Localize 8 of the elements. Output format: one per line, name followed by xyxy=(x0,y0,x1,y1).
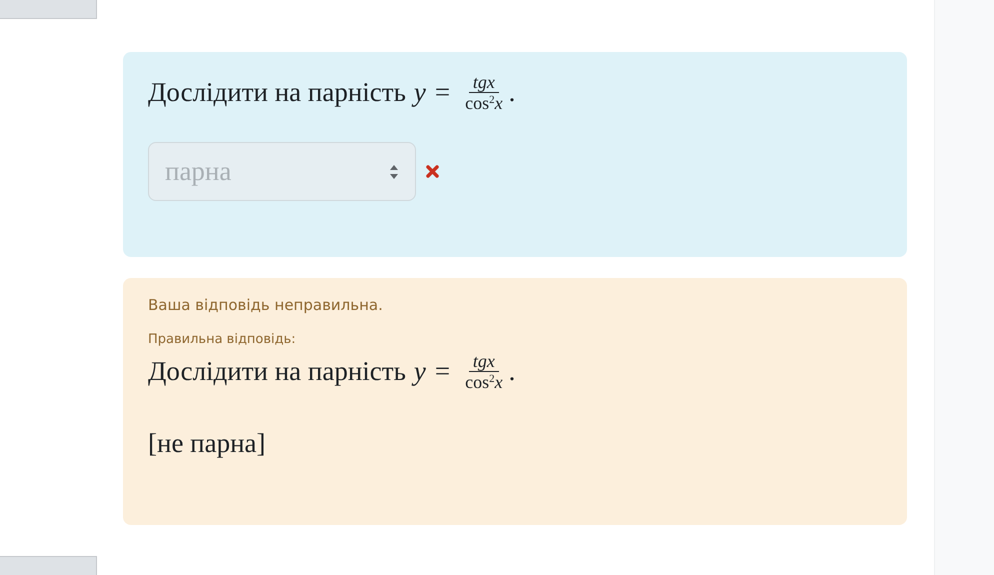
nav-button[interactable] xyxy=(0,0,97,19)
dropdown-arrows-icon xyxy=(389,164,399,180)
question-text: Дослідити на парність xyxy=(148,354,406,388)
nav-button[interactable] xyxy=(0,556,97,575)
question-text: Дослідити на парність xyxy=(148,76,406,109)
right-answer-label: Правильна відповідь: xyxy=(148,330,297,348)
right-answer-text: [не парна] xyxy=(148,427,267,460)
feedback-text: Ваша відповідь неправильна. xyxy=(148,295,384,316)
